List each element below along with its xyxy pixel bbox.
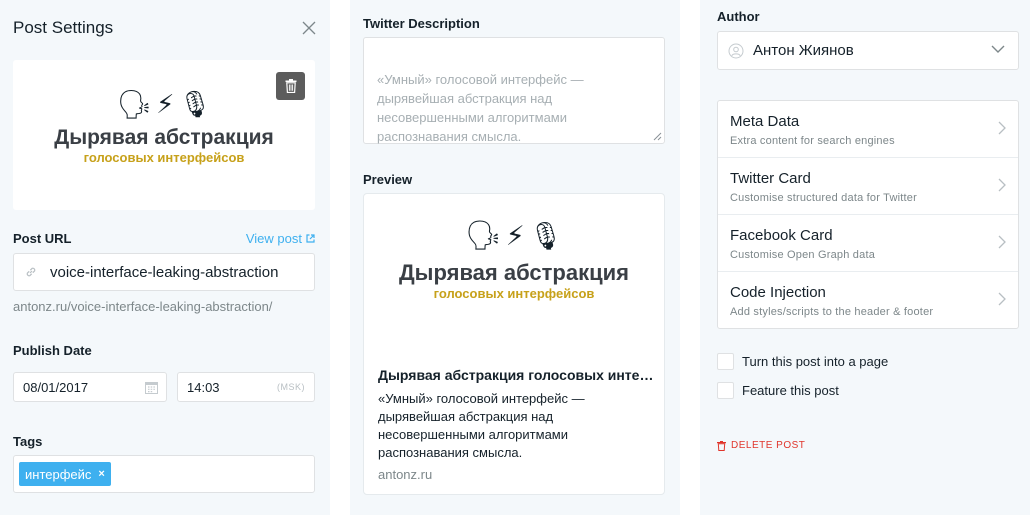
speaking-head-icon: 🗣 [116, 88, 153, 120]
feature-image-logo: 🗣 ⚡ 🎙 Дырявая абстракция голосовых интер… [13, 84, 315, 166]
preview-description: «Умный» голосовой интерфейс — дырявейшая… [378, 391, 585, 460]
post-url-input[interactable]: voice-interface-leaking-abstraction [13, 253, 315, 291]
menu-item-code-injection[interactable]: Code Injection Add styles/scripts to the… [718, 272, 1018, 329]
preview-image: 🗣 ⚡ 🎙 Дырявая абстракция голосовых интер… [364, 216, 664, 301]
feature-toggle-label: Feature this post [742, 383, 839, 398]
preview-domain: antonz.ru [378, 467, 433, 482]
menu-item-title: Meta Data [730, 113, 800, 130]
page-toggle[interactable]: Turn this post into a page [717, 353, 888, 370]
tag-label: интерфейс [25, 466, 92, 482]
menu-item-title: Twitter Card [730, 170, 811, 187]
view-post-link[interactable]: View post [246, 231, 315, 246]
resize-handle-icon[interactable] [653, 132, 662, 141]
timezone-label: (MSK) [277, 382, 305, 392]
calendar-icon[interactable] [145, 381, 158, 394]
post-url-full: antonz.ru/voice-interface-leaking-abstra… [13, 299, 273, 314]
feature-toggle[interactable]: Feature this post [717, 382, 839, 399]
menu-item-meta-data[interactable]: Meta Data Extra content for search engin… [718, 101, 1018, 158]
lightning-icon: ⚡ [156, 88, 175, 119]
logo-subtitle: голосовых интерфейсов [83, 150, 245, 165]
twitter-preview-card: 🗣 ⚡ 🎙 Дырявая абстракция голосовых интер… [363, 193, 665, 495]
publish-date-input[interactable]: 08/01/2017 [13, 372, 167, 402]
twitter-card-panel: Twitter Description «Умный» голосовой ин… [350, 0, 680, 515]
delete-post-label: DELETE POST [731, 440, 806, 451]
preview-logo-title: Дырявая абстракция [399, 260, 629, 285]
logo-title: Дырявая абстракция [54, 126, 274, 149]
menu-item-facebook-card[interactable]: Facebook Card Customise Open Graph data [718, 215, 1018, 272]
publish-date-value: 08/01/2017 [23, 379, 89, 395]
page-toggle-label: Turn this post into a page [742, 354, 889, 369]
menu-item-twitter-card[interactable]: Twitter Card Customise structured data f… [718, 158, 1018, 215]
menu-item-description: Customise Open Graph data [730, 249, 876, 261]
menu-item-description: Extra content for search engines [730, 135, 895, 147]
author-label: Author [717, 9, 760, 24]
twitter-description-placeholder: «Умный» голосовой интерфейс — дырявейшая… [377, 72, 584, 144]
twitter-description-textarea[interactable]: «Умный» голосовой интерфейс — дырявейшая… [363, 37, 665, 144]
tags-label: Tags [13, 434, 43, 449]
page-checkbox[interactable] [717, 353, 734, 370]
tags-input[interactable]: интерфейс × [13, 455, 315, 493]
chevron-right-icon [998, 178, 1006, 192]
preview-logo-icons: 🗣 ⚡ 🎙 [465, 216, 563, 256]
menu-item-title: Facebook Card [730, 227, 833, 244]
delete-post-button[interactable]: DELETE POST [717, 440, 805, 451]
settings-menu: Meta Data Extra content for search engin… [717, 100, 1019, 329]
author-name: Антон Жиянов [753, 42, 854, 59]
menu-item-title: Code Injection [730, 284, 826, 301]
feature-image[interactable]: 🗣 ⚡ 🎙 Дырявая абстракция голосовых интер… [13, 60, 315, 210]
post-url-label: Post URL [13, 231, 72, 246]
tag-chip[interactable]: интерфейс × [19, 462, 111, 486]
link-icon [26, 267, 36, 277]
trash-icon [717, 440, 726, 451]
publish-date-label: Publish Date [13, 343, 92, 358]
view-post-label: View post [245, 231, 302, 246]
post-settings-panel: Post Settings 🗣 ⚡ 🎙 Дырявая абстракция г… [0, 0, 330, 515]
twitter-description-label: Twitter Description [363, 16, 480, 31]
chevron-right-icon [998, 292, 1006, 306]
post-meta-panel: Author Антон Жиянов Meta Data Extra cont… [700, 0, 1030, 515]
preview-logo-subtitle: голосовых интерфейсов [433, 286, 595, 301]
chevron-right-icon [998, 235, 1006, 249]
panel-title: Post Settings [13, 18, 114, 37]
publish-time-value: 14:03 [187, 379, 220, 395]
tag-remove-icon[interactable]: × [98, 468, 104, 480]
external-link-icon [306, 234, 315, 243]
preview-label: Preview [363, 172, 413, 187]
author-select[interactable]: Антон Жиянов [717, 31, 1019, 70]
menu-item-description: Add styles/scripts to the header & foote… [730, 306, 934, 318]
menu-item-description: Customise structured data for Twitter [730, 192, 917, 204]
chevron-down-icon [991, 45, 1005, 53]
preview-title: Дырявая абстракция голосовых интерфейсов [378, 367, 654, 383]
chevron-right-icon [998, 121, 1006, 135]
publish-time-input[interactable]: 14:03 (MSK) [177, 372, 315, 402]
speaking-head-icon: 🗣 [464, 220, 502, 252]
close-icon[interactable] [300, 19, 318, 37]
lightning-icon: ⚡ [505, 220, 525, 251]
post-url-value: voice-interface-leaking-abstraction [50, 263, 279, 281]
delete-image-button[interactable] [276, 72, 305, 100]
feature-checkbox[interactable] [717, 382, 734, 399]
logo-icons: 🗣 ⚡ 🎙 [117, 84, 212, 124]
trash-icon [285, 79, 296, 93]
microphone-icon: 🎙 [178, 88, 212, 119]
microphone-icon: 🎙 [528, 221, 564, 251]
user-icon [728, 43, 744, 59]
